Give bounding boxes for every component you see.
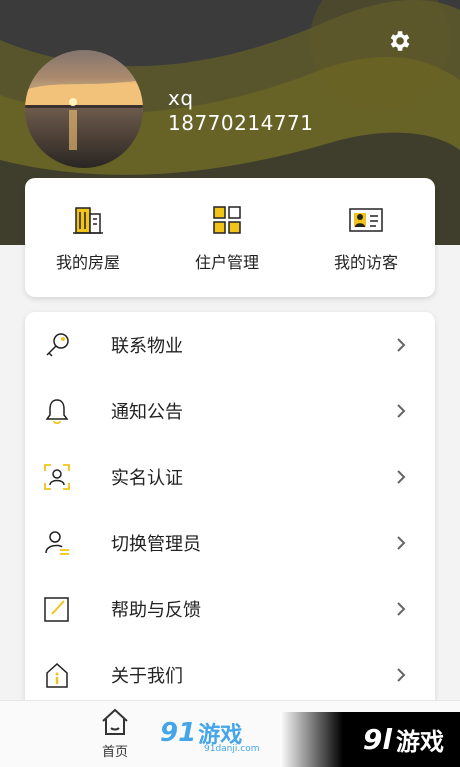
tab-home[interactable]: 首页 [90,707,140,763]
menu-item-notice[interactable]: 通知公告 [25,378,435,444]
chevron-right-icon [397,404,406,418]
menu-list: 联系物业 通知公告 实名认证 切换管理员 帮助与反馈 关于我们 [25,312,435,712]
watermark-left-number: 91 [160,718,197,748]
info-house-icon [46,662,68,688]
watermark-right-number: 9l [362,723,392,756]
menu-item-switch-admin[interactable]: 切换管理员 [25,510,435,576]
watermark-left: 91 游戏 91danji.com [160,716,259,754]
user-name: xq [168,86,194,110]
user-phone: 18770214771 [168,111,314,135]
menu-item-label: 关于我们 [111,666,183,687]
menu-item-label: 联系物业 [111,336,183,357]
chevron-right-icon [397,602,406,616]
chevron-right-icon [397,536,406,550]
menu-item-help-feedback[interactable]: 帮助与反馈 [25,576,435,642]
avatar[interactable] [25,50,143,168]
key-icon [46,333,69,357]
chevron-right-icon [397,668,406,682]
tab-home-label: 首页 [101,745,128,760]
menu-item-label: 通知公告 [111,402,183,423]
grid-icon [213,205,241,234]
menu-item-contact-property[interactable]: 联系物业 [25,312,435,378]
chevron-right-icon [397,470,406,484]
watermark-right: 9l 游戏 [280,712,460,767]
menu-item-real-name-auth[interactable]: 实名认证 [25,444,435,510]
chevron-right-icon [397,338,406,352]
my-visitors-button[interactable]: 我的访客 [321,203,411,273]
home-icon [102,708,128,735]
menu-item-label: 帮助与反馈 [111,600,201,621]
menu-item-about-us[interactable]: 关于我们 [25,642,435,708]
id-card-icon [349,207,383,232]
my-visitors-label: 我的访客 [333,252,398,272]
building-icon [73,206,103,234]
user-switch-icon [45,531,69,555]
quick-actions-card: 我的房屋 住户管理 我的访客 [25,178,435,297]
face-scan-icon [44,464,70,490]
my-house-button[interactable]: 我的房屋 [43,203,133,273]
my-house-label: 我的房屋 [55,252,120,272]
bell-icon [45,399,69,425]
watermark-left-sub: 91danji.com [204,744,260,754]
menu-item-label: 实名认证 [111,468,183,489]
menu-item-label: 切换管理员 [111,534,201,555]
settings-gear-icon[interactable] [386,28,412,54]
resident-management-button[interactable]: 住户管理 [182,203,272,273]
resident-management-label: 住户管理 [194,252,259,272]
edit-icon [44,597,69,622]
watermark-right-text: 游戏 [396,728,444,756]
